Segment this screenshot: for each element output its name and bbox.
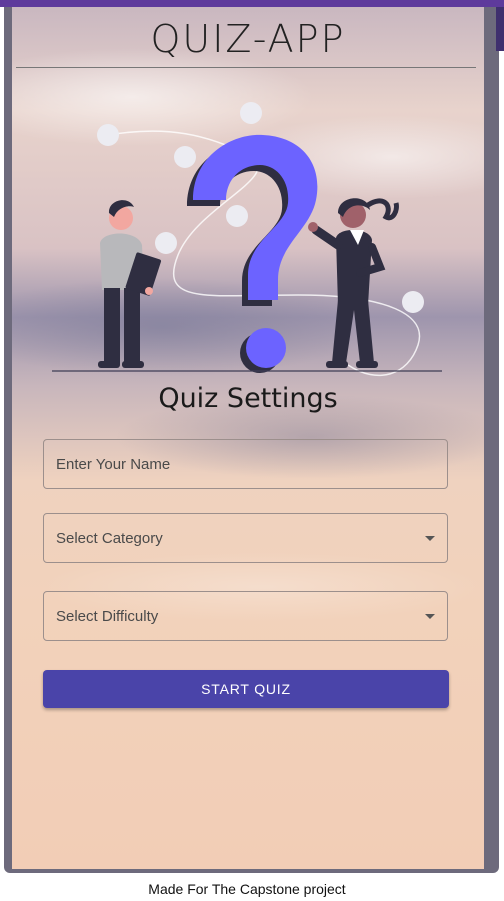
- name-input[interactable]: [44, 440, 447, 488]
- decorative-dot: [97, 124, 119, 146]
- decorative-dot: [226, 205, 248, 227]
- app-title: QUIZ-APP: [150, 17, 346, 61]
- decorative-dot: [240, 102, 262, 124]
- decorative-dot: [402, 291, 424, 313]
- person-right-figure: [308, 198, 399, 368]
- difficulty-select-label: Select Difficulty: [56, 608, 159, 625]
- person-left-figure: [98, 200, 162, 368]
- quiz-settings-heading: Quiz Settings: [158, 383, 338, 414]
- decorative-dot: [155, 232, 177, 254]
- difficulty-select[interactable]: Select Difficulty: [43, 591, 448, 641]
- name-field[interactable]: [43, 439, 448, 489]
- footer-text: Made For The Capstone project: [148, 881, 346, 897]
- category-select[interactable]: Select Category: [43, 513, 448, 563]
- chevron-down-icon: [425, 614, 435, 619]
- frame-edge: [496, 7, 504, 51]
- decorative-dot: [174, 146, 196, 168]
- window-top-bar: [0, 0, 504, 7]
- quiz-panel: QUIZ-APP Quiz Settings Enter Your Name S…: [12, 7, 484, 869]
- category-select-label: Select Category: [56, 530, 163, 547]
- chevron-down-icon: [425, 536, 435, 541]
- title-divider: [16, 67, 476, 68]
- start-quiz-button[interactable]: START QUIZ: [43, 670, 449, 708]
- question-mark-icon: [187, 134, 318, 373]
- quiz-illustration: [52, 102, 442, 376]
